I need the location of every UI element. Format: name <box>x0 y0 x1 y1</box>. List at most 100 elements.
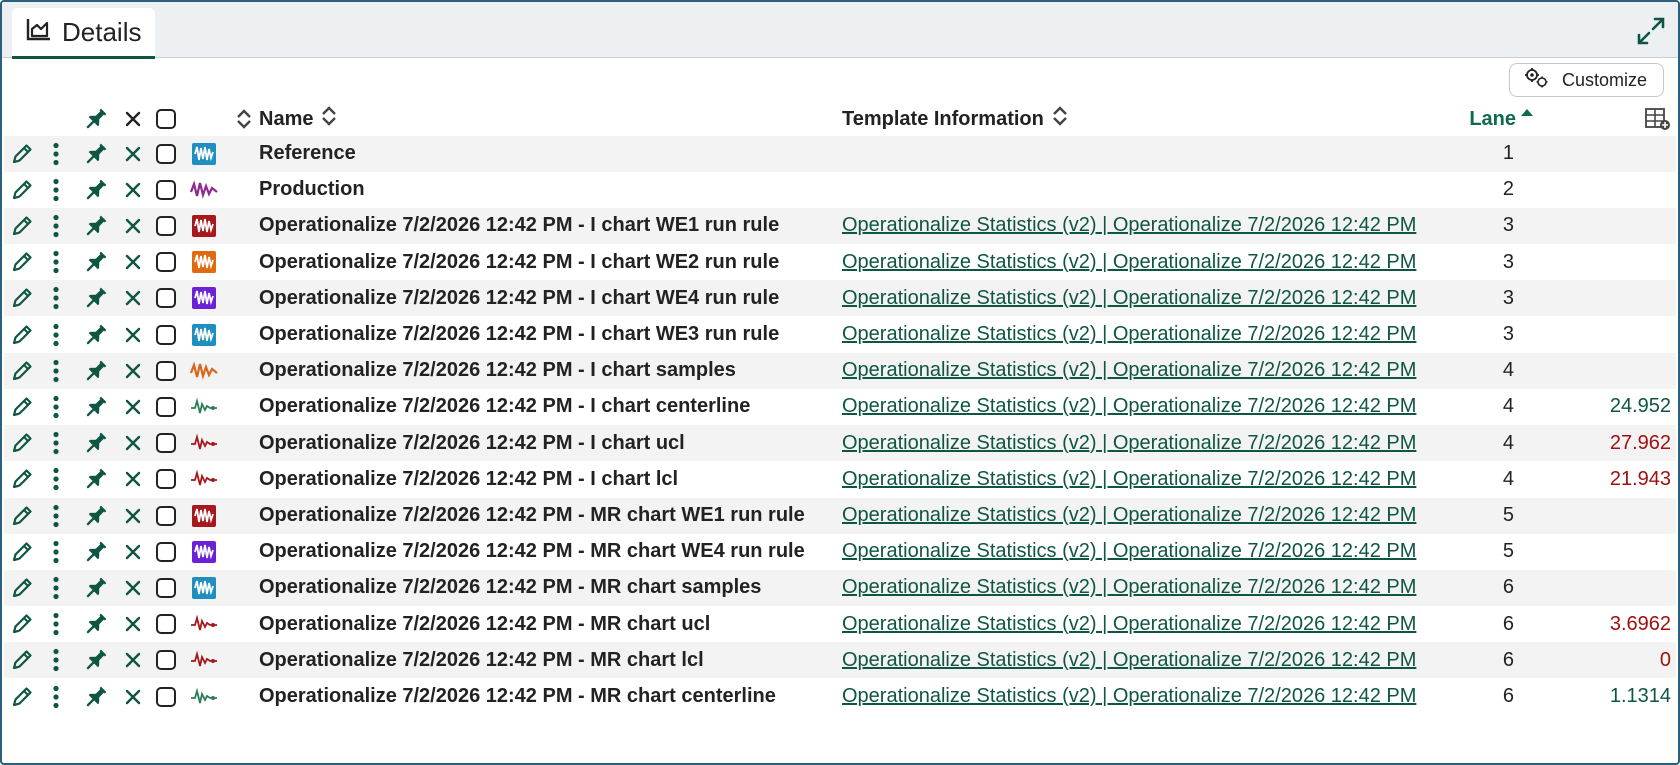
pin-icon[interactable] <box>82 570 110 606</box>
pin-icon[interactable] <box>82 280 110 316</box>
pin-icon[interactable] <box>82 642 110 678</box>
template-link[interactable]: Operationalize Statistics (v2) | Operati… <box>842 251 1416 274</box>
add-column-icon[interactable] <box>1644 100 1672 139</box>
remove-icon[interactable] <box>122 570 144 606</box>
pin-icon[interactable] <box>82 606 110 642</box>
customize-button[interactable]: Customize <box>1508 63 1664 97</box>
row-checkbox[interactable] <box>154 136 178 172</box>
edit-pencil-icon[interactable] <box>10 570 34 606</box>
sort-icon[interactable] <box>234 100 254 139</box>
more-options-icon[interactable] <box>48 136 64 172</box>
remove-icon[interactable] <box>122 136 144 172</box>
row-checkbox[interactable] <box>154 389 178 425</box>
pin-icon[interactable] <box>82 317 110 353</box>
row-checkbox[interactable] <box>154 679 178 715</box>
edit-pencil-icon[interactable] <box>10 136 34 172</box>
pin-icon[interactable] <box>82 534 110 570</box>
edit-pencil-icon[interactable] <box>10 534 34 570</box>
more-options-icon[interactable] <box>48 642 64 678</box>
remove-all-icon[interactable] <box>122 100 144 139</box>
more-options-icon[interactable] <box>48 280 64 316</box>
remove-icon[interactable] <box>122 461 144 497</box>
template-link[interactable]: Operationalize Statistics (v2) | Operati… <box>842 395 1416 418</box>
remove-icon[interactable] <box>122 353 144 389</box>
row-checkbox[interactable] <box>154 172 178 208</box>
pin-all-icon[interactable] <box>82 100 110 139</box>
pin-icon[interactable] <box>82 389 110 425</box>
remove-icon[interactable] <box>122 172 144 208</box>
pin-icon[interactable] <box>82 244 110 280</box>
edit-pencil-icon[interactable] <box>10 679 34 715</box>
pin-icon[interactable] <box>82 136 110 172</box>
remove-icon[interactable] <box>122 679 144 715</box>
tab-details[interactable]: Details <box>12 8 156 59</box>
edit-pencil-icon[interactable] <box>10 244 34 280</box>
edit-pencil-icon[interactable] <box>10 317 34 353</box>
more-options-icon[interactable] <box>48 353 64 389</box>
remove-icon[interactable] <box>122 317 144 353</box>
more-options-icon[interactable] <box>48 425 64 461</box>
more-options-icon[interactable] <box>48 498 64 534</box>
remove-icon[interactable] <box>122 642 144 678</box>
row-checkbox[interactable] <box>154 208 178 244</box>
pin-icon[interactable] <box>82 172 110 208</box>
template-link[interactable]: Operationalize Statistics (v2) | Operati… <box>842 540 1416 563</box>
row-checkbox[interactable] <box>154 534 178 570</box>
template-link[interactable]: Operationalize Statistics (v2) | Operati… <box>842 359 1416 382</box>
row-checkbox[interactable] <box>154 317 178 353</box>
edit-pencil-icon[interactable] <box>10 353 34 389</box>
more-options-icon[interactable] <box>48 208 64 244</box>
remove-icon[interactable] <box>122 208 144 244</box>
expand-icon[interactable] <box>1636 16 1666 46</box>
more-options-icon[interactable] <box>48 389 64 425</box>
pin-icon[interactable] <box>82 461 110 497</box>
edit-pencil-icon[interactable] <box>10 498 34 534</box>
more-options-icon[interactable] <box>48 679 64 715</box>
template-link[interactable]: Operationalize Statistics (v2) | Operati… <box>842 432 1416 455</box>
remove-icon[interactable] <box>122 498 144 534</box>
row-checkbox[interactable] <box>154 606 178 642</box>
row-checkbox[interactable] <box>154 642 178 678</box>
row-checkbox[interactable] <box>154 425 178 461</box>
remove-icon[interactable] <box>122 389 144 425</box>
edit-pencil-icon[interactable] <box>10 461 34 497</box>
template-link[interactable]: Operationalize Statistics (v2) | Operati… <box>842 576 1416 599</box>
remove-icon[interactable] <box>122 606 144 642</box>
row-checkbox[interactable] <box>154 461 178 497</box>
row-checkbox[interactable] <box>154 498 178 534</box>
pin-icon[interactable] <box>82 208 110 244</box>
edit-pencil-icon[interactable] <box>10 425 34 461</box>
remove-icon[interactable] <box>122 244 144 280</box>
name-column-header[interactable]: Name <box>259 100 819 139</box>
row-checkbox[interactable] <box>154 353 178 389</box>
template-link[interactable]: Operationalize Statistics (v2) | Operati… <box>842 613 1416 636</box>
lane-column-header[interactable]: Lane <box>1424 100 1534 139</box>
pin-icon[interactable] <box>82 498 110 534</box>
more-options-icon[interactable] <box>48 317 64 353</box>
remove-icon[interactable] <box>122 280 144 316</box>
template-link[interactable]: Operationalize Statistics (v2) | Operati… <box>842 685 1416 708</box>
edit-pencil-icon[interactable] <box>10 642 34 678</box>
template-link[interactable]: Operationalize Statistics (v2) | Operati… <box>842 287 1416 310</box>
edit-pencil-icon[interactable] <box>10 208 34 244</box>
row-checkbox[interactable] <box>154 244 178 280</box>
template-column-header[interactable]: Template Information <box>842 100 1442 139</box>
pin-icon[interactable] <box>82 425 110 461</box>
edit-pencil-icon[interactable] <box>10 606 34 642</box>
more-options-icon[interactable] <box>48 172 64 208</box>
more-options-icon[interactable] <box>48 461 64 497</box>
template-link[interactable]: Operationalize Statistics (v2) | Operati… <box>842 649 1416 672</box>
more-options-icon[interactable] <box>48 534 64 570</box>
pin-icon[interactable] <box>82 679 110 715</box>
edit-pencil-icon[interactable] <box>10 280 34 316</box>
select-all-checkbox[interactable] <box>154 100 178 139</box>
row-checkbox[interactable] <box>154 280 178 316</box>
remove-icon[interactable] <box>122 534 144 570</box>
template-link[interactable]: Operationalize Statistics (v2) | Operati… <box>842 504 1416 527</box>
more-options-icon[interactable] <box>48 606 64 642</box>
remove-icon[interactable] <box>122 425 144 461</box>
edit-pencil-icon[interactable] <box>10 172 34 208</box>
pin-icon[interactable] <box>82 353 110 389</box>
template-link[interactable]: Operationalize Statistics (v2) | Operati… <box>842 468 1416 491</box>
template-link[interactable]: Operationalize Statistics (v2) | Operati… <box>842 214 1416 237</box>
